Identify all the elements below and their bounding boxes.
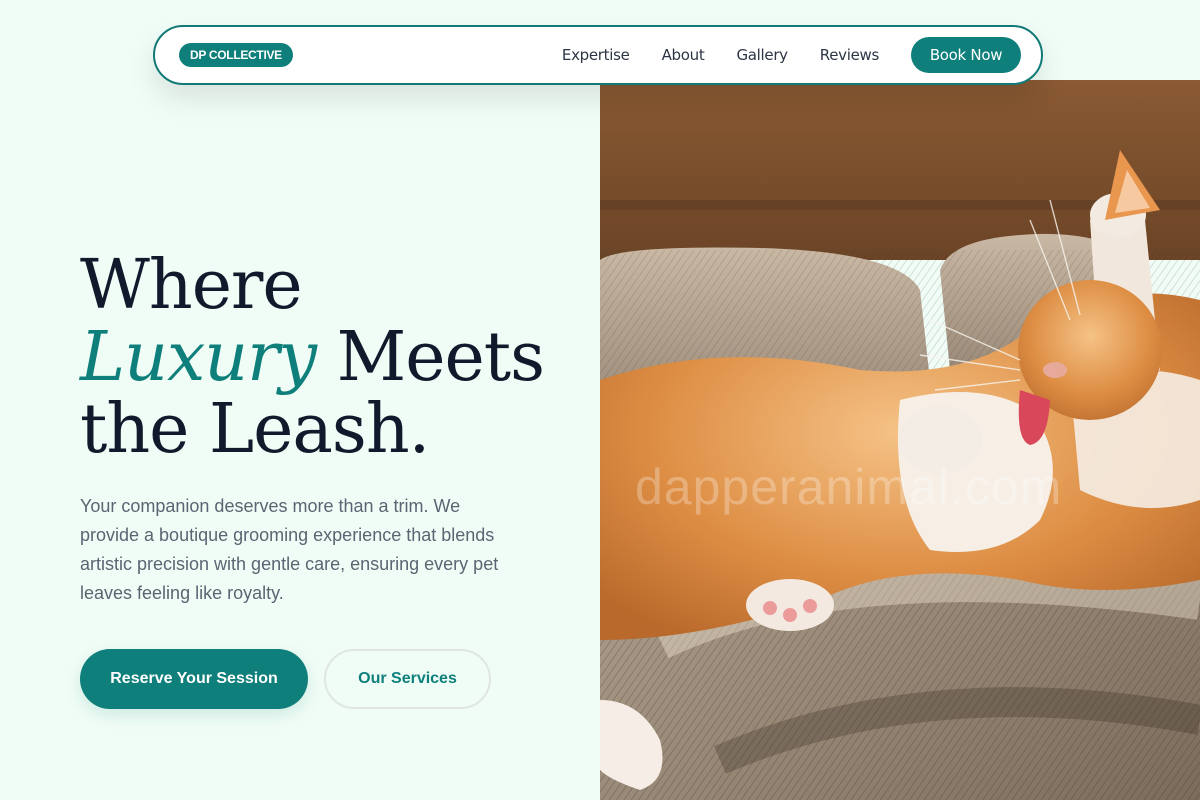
nav-links: Expertise About Gallery Reviews Book Now [562,37,1021,73]
nav-link-reviews[interactable]: Reviews [820,46,880,64]
our-services-button[interactable]: Our Services [324,649,491,709]
nav-link-expertise[interactable]: Expertise [562,46,630,64]
headline-line-1: Where [80,246,303,325]
hero-headline: Where Luxury Meets the Leash. [80,246,545,469]
headline-line-2-rest: Meets [316,318,545,397]
nav-link-gallery[interactable]: Gallery [736,46,788,64]
image-watermark: dapperanimal.com [635,459,1063,515]
headline-accent-word: Luxury [80,318,317,397]
reserve-session-button[interactable]: Reserve Your Session [80,649,308,709]
top-navigation: DP COLLECTIVE Expertise About Gallery Re… [153,25,1043,85]
headline-line-2: Luxury Meets [80,322,545,394]
hero-description: Your companion deserves more than a trim… [80,496,499,603]
nav-link-about[interactable]: About [662,46,705,64]
hero-cat-photo: dapperanimal.com [600,80,1200,800]
book-now-button[interactable]: Book Now [911,37,1021,73]
headline-line-3: the Leash. [80,390,430,469]
brand-logo[interactable]: DP COLLECTIVE [179,43,293,67]
